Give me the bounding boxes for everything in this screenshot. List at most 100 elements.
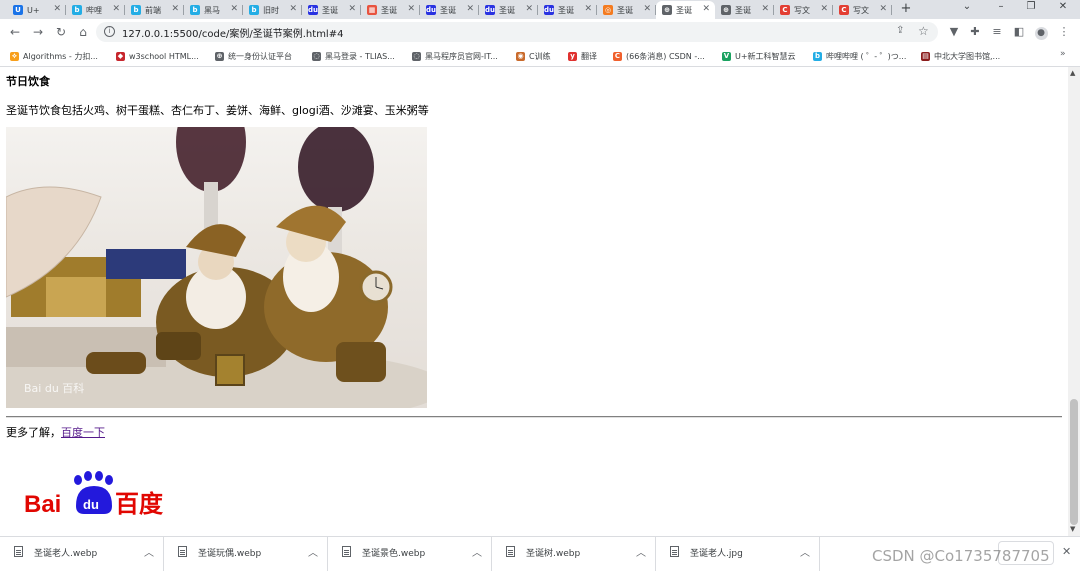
address-url[interactable]: 127.0.0.1:5500/code/案例/圣诞节案例.html#4: [122, 25, 343, 40]
browser-tab[interactable]: du 圣诞 ✕: [538, 1, 597, 19]
site-info-icon[interactable]: i: [104, 26, 115, 37]
close-window-button[interactable]: ✕: [1056, 1, 1070, 12]
address-bar[interactable]: i 127.0.0.1:5500/code/案例/圣诞节案例.html#4 ⇪ …: [96, 22, 938, 42]
bookmark-item[interactable]: C (66条消息) CSDN -...: [613, 49, 705, 63]
browser-tab[interactable]: du 圣诞 ✕: [420, 1, 479, 19]
download-options-chevron-icon[interactable]: ︿: [800, 544, 810, 559]
tab-favicon-icon: du: [544, 5, 554, 15]
baidu-link[interactable]: 百度一下: [61, 426, 105, 439]
bookmark-favicon-icon: ◉: [516, 51, 525, 61]
tab-close-icon[interactable]: ✕: [407, 4, 415, 14]
tab-close-icon[interactable]: ✕: [348, 4, 356, 14]
more-bookmarks-icon[interactable]: »: [1060, 49, 1066, 59]
browser-tab[interactable]: ◎ 圣诞 ✕: [597, 1, 656, 19]
side-panel-icon[interactable]: ◧: [1011, 24, 1027, 40]
scrollbar-thumb[interactable]: [1070, 399, 1078, 525]
download-item[interactable]: 圣诞老人.jpg ︿: [656, 537, 820, 571]
browser-tab[interactable]: ⊕ 圣诞 ✕: [656, 1, 715, 19]
download-options-chevron-icon[interactable]: ︿: [308, 544, 318, 559]
bookmark-item[interactable]: ⊕ 统一身份认证平台: [215, 49, 292, 63]
browser-tab[interactable]: C 写文 ✕: [774, 1, 833, 19]
browser-tab[interactable]: b 黑马 ✕: [184, 1, 243, 19]
profile-avatar-icon[interactable]: ●: [1033, 24, 1049, 40]
back-icon[interactable]: ←: [7, 24, 23, 40]
tab-close-icon[interactable]: ✕: [643, 4, 651, 14]
bookmark-item[interactable]: b 哔哩哔哩 ( ゜- ゜)つ...: [813, 49, 906, 63]
tab-close-icon[interactable]: ✕: [820, 4, 828, 14]
tab-close-icon[interactable]: ✕: [761, 4, 769, 14]
bookmark-star-icon[interactable]: ☆: [918, 24, 929, 38]
tab-close-icon[interactable]: ✕: [466, 4, 474, 14]
bookmark-favicon-icon: ⟡: [10, 51, 19, 61]
reload-icon[interactable]: ↻: [53, 24, 69, 40]
tab-close-icon[interactable]: ✕: [525, 4, 533, 14]
bookmark-favicon-icon: ⊕: [215, 51, 224, 61]
extensions-puzzle-icon[interactable]: ✚: [967, 24, 983, 40]
browser-tab[interactable]: b 旧时 ✕: [243, 1, 302, 19]
bookmark-label: 黑马程序员官网-IT...: [425, 51, 498, 61]
tab-title: 圣诞: [322, 5, 338, 15]
download-item[interactable]: 圣诞树.webp ︿: [492, 537, 656, 571]
tab-close-icon[interactable]: ✕: [584, 4, 592, 14]
reading-list-icon[interactable]: ≡: [989, 24, 1005, 40]
baidu-logo-left: Bai: [24, 491, 61, 518]
bookmark-item[interactable]: ⟡ Algorithms - 力扣...: [10, 49, 98, 63]
download-options-chevron-icon[interactable]: ︿: [144, 544, 154, 559]
scroll-down-icon[interactable]: ▼: [1070, 525, 1075, 533]
tab-close-icon[interactable]: ✕: [230, 4, 238, 14]
extension-v-icon[interactable]: ▼: [946, 24, 962, 40]
tab-title: 黑马: [204, 5, 220, 15]
tab-close-icon[interactable]: ✕: [879, 4, 887, 14]
browser-menu-icon[interactable]: ⋮: [1056, 24, 1072, 40]
bookmark-item[interactable]: ◉ C训练: [516, 49, 551, 63]
bookmark-label: 中北大学图书馆,...: [934, 51, 1001, 61]
page-viewport: 节日饮食 圣诞节饮食包括火鸡、树干蛋糕、杏仁布丁、姜饼、海鲜、glogi酒、沙滩…: [0, 67, 1068, 536]
tab-close-icon[interactable]: ✕: [112, 4, 120, 14]
scroll-up-icon[interactable]: ▲: [1070, 69, 1075, 77]
tab-close-icon[interactable]: ✕: [289, 4, 297, 14]
horizontal-rule: [6, 416, 1062, 418]
download-item[interactable]: 圣诞景色.webp ︿: [328, 537, 492, 571]
baidu-paw-icon: du: [74, 471, 113, 514]
bookmark-favicon-icon: C: [613, 51, 622, 61]
restore-button[interactable]: ❐: [1024, 1, 1038, 12]
download-filename: 圣诞老人.jpg: [690, 549, 743, 559]
vertical-scrollbar[interactable]: ▲ ▼: [1068, 67, 1080, 536]
bookmark-label: C训练: [529, 51, 551, 61]
bookmarks-bar: » ⟡ Algorithms - 力扣... ◆ w3school HTML... ⊕ 统…: [0, 45, 1080, 67]
browser-tab[interactable]: C 写文 ✕: [833, 1, 892, 19]
bookmark-item[interactable]: ◆ w3school HTML...: [116, 49, 199, 63]
tab-title: 圣诞: [676, 5, 692, 15]
browser-tab[interactable]: b 哔哩 ✕: [66, 1, 125, 19]
browser-tab[interactable]: U U+ ✕: [7, 1, 66, 19]
download-item[interactable]: 圣诞老人.webp ︿: [0, 537, 164, 571]
download-options-chevron-icon[interactable]: ︿: [636, 544, 646, 559]
baidu-logo[interactable]: Bai du 百度: [24, 470, 166, 520]
download-item[interactable]: 圣诞玩偶.webp ︿: [164, 537, 328, 571]
tab-search-chevron-icon[interactable]: ⌄: [960, 1, 974, 12]
tab-close-icon[interactable]: ✕: [53, 4, 61, 14]
download-options-chevron-icon[interactable]: ︿: [472, 544, 482, 559]
bookmark-item[interactable]: y 翻译: [568, 49, 597, 63]
tab-strip: + ⌄ – ❐ ✕ U U+ ✕ b 哔哩 ✕ b 前端 ✕ b 黑马 ✕ b 旧时 ✕ du 圣诞 ✕ ▦ 圣诞 ✕ d…: [0, 0, 1080, 19]
browser-tab[interactable]: ▦ 圣诞 ✕: [361, 1, 420, 19]
tab-close-icon[interactable]: ✕: [171, 4, 179, 14]
browser-tab[interactable]: du 圣诞 ✕: [479, 1, 538, 19]
bookmark-item[interactable]: ▤ 中北大学图书馆,...: [921, 49, 1000, 63]
share-icon[interactable]: ⇪: [896, 25, 904, 36]
browser-tab[interactable]: ⊕ 圣诞 ✕: [715, 1, 774, 19]
browser-tab[interactable]: du 圣诞 ✕: [302, 1, 361, 19]
browser-tab[interactable]: b 前端 ✕: [125, 1, 184, 19]
home-icon[interactable]: ⌂: [75, 24, 91, 40]
file-icon: [178, 546, 187, 557]
bookmark-item[interactable]: ◌ 黑马程序员官网-IT...: [412, 49, 498, 63]
bookmark-item[interactable]: ◌ 黑马登录 - TLIAS...: [312, 49, 395, 63]
minimize-button[interactable]: –: [994, 1, 1008, 12]
tab-close-icon[interactable]: ✕: [702, 4, 710, 14]
close-download-bar-icon[interactable]: ✕: [1062, 545, 1071, 558]
download-filename: 圣诞景色.webp: [362, 549, 426, 559]
new-tab-button[interactable]: +: [898, 1, 914, 16]
tab-favicon-icon: b: [249, 5, 259, 15]
forward-icon[interactable]: →: [30, 24, 46, 40]
bookmark-item[interactable]: V U+新工科智慧云: [722, 49, 796, 63]
